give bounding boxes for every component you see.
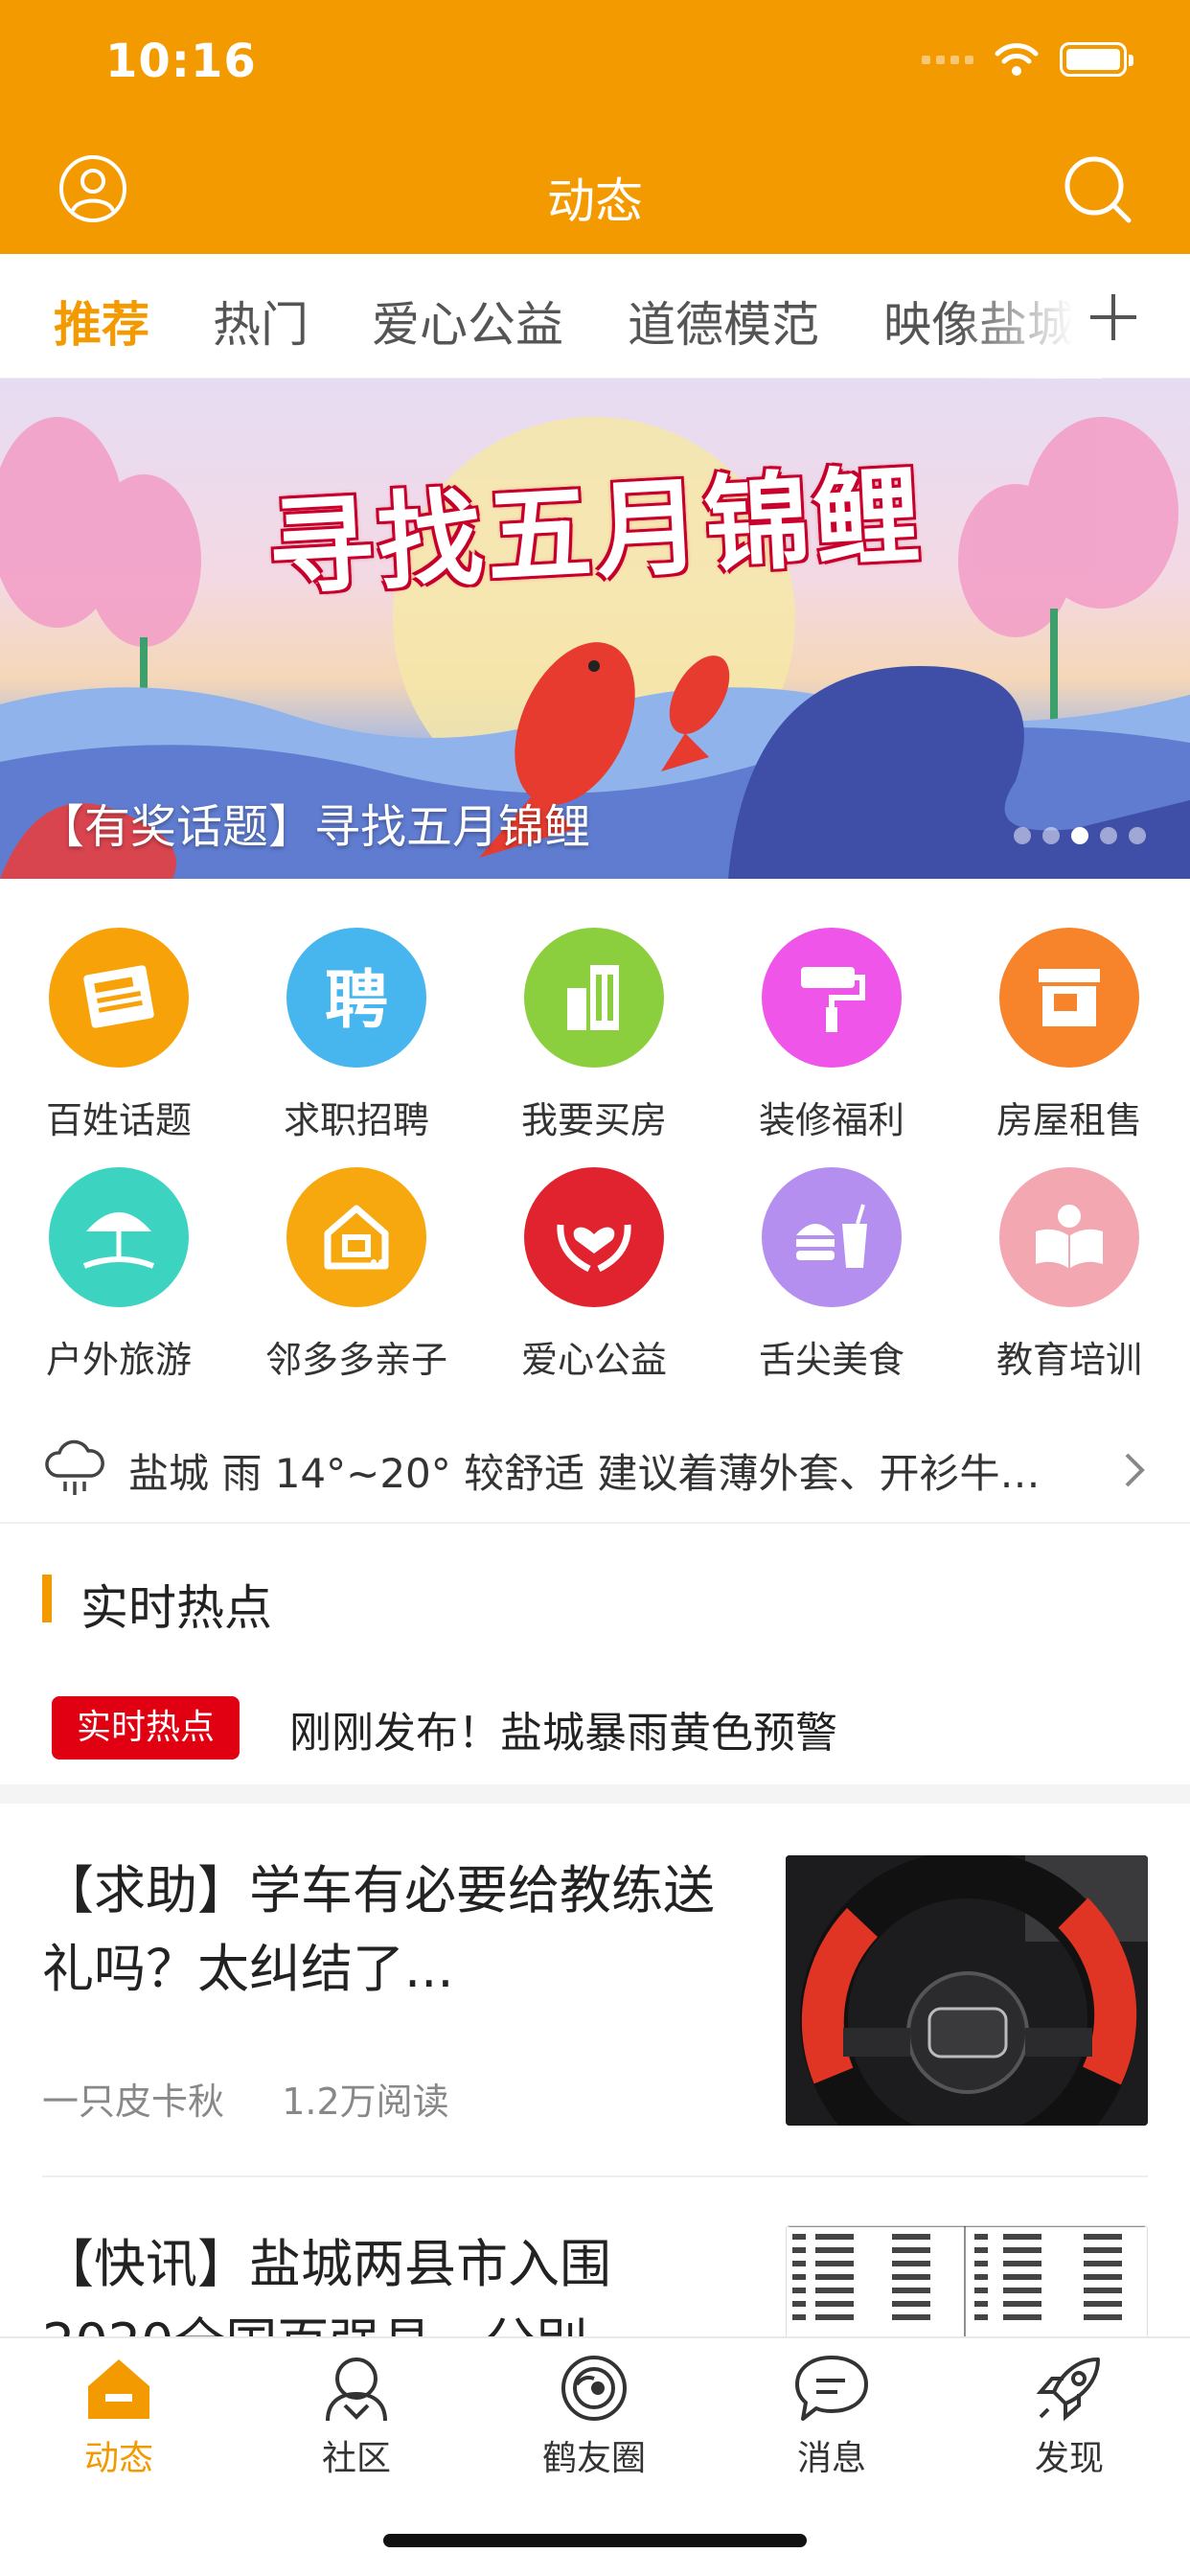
grid-item-food[interactable]: 舌尖美食 (713, 1167, 950, 1383)
grid-label: 邻多多亲子 (264, 1339, 447, 1381)
weather-text: 盐城 雨 14°~20° 较舒适 建议着薄外套、开衫牛… (128, 1450, 1041, 1497)
tab-charity[interactable]: 爱心公益 (372, 287, 563, 356)
tab-recommend[interactable]: 推荐 (54, 287, 149, 356)
article-author: 一只皮卡秋 (42, 2081, 225, 2123)
tabbar-label: 社区 (321, 2439, 391, 2478)
tabbar-item-discover[interactable]: 发现 (950, 2350, 1188, 2480)
newspaper-icon (49, 928, 189, 1068)
tabbar-item-community[interactable]: 社区 (238, 2350, 475, 2480)
article-item[interactable]: 【求助】学车有必要给教练送礼吗？太纠结了... 一只皮卡秋 1.2万阅读 (0, 1804, 1190, 2177)
chat-bubble-icon (795, 2356, 868, 2421)
tabbar-label: 消息 (796, 2439, 866, 2478)
recruit-icon: 聘 (286, 928, 426, 1068)
grid-label: 我要买房 (520, 1099, 667, 1141)
grid-item-renovation[interactable]: 装修福利 (713, 928, 950, 1143)
hot-badge: 实时热点 (52, 1696, 240, 1760)
shop-icon (999, 928, 1139, 1068)
banner-caption: 【有奖话题】寻找五月锦鲤 (38, 800, 591, 854)
house-icon (286, 1167, 426, 1307)
tabbar-label: 动态 (83, 2439, 153, 2478)
grid-item-education[interactable]: 教育培训 (950, 1167, 1188, 1383)
cellular-signal-icon (922, 55, 973, 64)
add-tab-icon[interactable] (1085, 288, 1142, 346)
grid-item-buy-house[interactable]: 我要买房 (475, 928, 713, 1143)
article-thumbnail (786, 1855, 1148, 2126)
article-meta: 一只皮卡秋 1.2万阅读 (42, 2072, 449, 2125)
home-icon (88, 2359, 149, 2419)
grid-label: 房屋租售 (995, 1099, 1142, 1141)
rocket-icon (1036, 2358, 1100, 2422)
banner-pagination (1014, 827, 1146, 844)
pagination-dot (1129, 827, 1146, 844)
section-accent-bar (42, 1575, 52, 1622)
app-header: 10:16 动态 (0, 0, 1190, 254)
weather-bar[interactable]: 盐城 雨 14°~20° 较舒适 建议着薄外套、开衫牛… (0, 1418, 1190, 1524)
planet-icon (561, 2356, 627, 2421)
grid-label: 教育培训 (995, 1339, 1142, 1381)
chevron-right-icon (1125, 1453, 1145, 1487)
grid-label: 百姓话题 (45, 1099, 192, 1141)
section-title: 实时热点 (80, 1580, 272, 1636)
heart-hands-icon (524, 1167, 664, 1307)
svg-text:聘: 聘 (325, 962, 388, 1037)
tab-moral-models[interactable]: 道德模范 (628, 287, 819, 356)
grid-item-charity[interactable]: 爱心公益 (475, 1167, 713, 1383)
battery-level (1066, 49, 1120, 70)
paint-roller-icon (762, 928, 902, 1068)
grid-label: 装修福利 (758, 1099, 904, 1141)
grid-item-topics[interactable]: 百姓话题 (0, 928, 238, 1143)
pagination-dot (1042, 827, 1060, 844)
pagination-dot-active (1071, 827, 1088, 844)
grid-label: 爱心公益 (520, 1339, 667, 1381)
grid-label: 求职招聘 (283, 1099, 429, 1141)
rain-cloud-icon (45, 1439, 104, 1495)
pagination-dot (1100, 827, 1117, 844)
burger-icon (762, 1167, 902, 1307)
wifi-icon (995, 43, 1039, 76)
section-separator (0, 1784, 1190, 1804)
building-icon (524, 928, 664, 1068)
status-time: 10:16 (105, 34, 257, 88)
tabbar-label: 鹤友圈 (541, 2439, 646, 2478)
grid-label: 户外旅游 (45, 1339, 192, 1381)
article-item[interactable]: 【快讯】盐城两县市入围2020全国百强县，分别 (0, 2177, 1190, 2336)
tabs-fade-overlay (958, 254, 1102, 379)
tab-hot[interactable]: 热门 (213, 287, 309, 356)
home-indicator[interactable] (383, 2534, 807, 2547)
tabbar-item-messages[interactable]: 消息 (713, 2350, 950, 2480)
search-icon[interactable] (1062, 153, 1133, 224)
promo-banner[interactable]: 寻找五月锦鲤 【有奖话题】寻找五月锦鲤 (0, 379, 1190, 879)
pagination-dot (1014, 827, 1031, 844)
page-title: 动态 (547, 173, 643, 229)
tabbar-item-feed[interactable]: 动态 (0, 2350, 238, 2480)
steering-wheel-image (786, 1855, 1148, 2126)
community-icon (326, 2358, 387, 2422)
article-thumbnail (786, 2225, 1148, 2336)
article-title: 【求助】学车有必要给教练送礼吗？太纠结了... (42, 1860, 715, 1999)
book-icon (999, 1167, 1139, 1307)
grid-item-jobs[interactable]: 聘 求职招聘 (238, 928, 475, 1143)
category-tabs: 推荐 热门 爱心公益 道德模范 映像盐城 (0, 254, 1190, 379)
status-indicators (922, 42, 1133, 77)
tabbar-item-circle[interactable]: 鹤友圈 (475, 2350, 713, 2480)
battery-icon (1060, 42, 1133, 77)
article-title: 【快讯】盐城两县市入围2020全国百强县，分别 (42, 2234, 611, 2336)
grid-item-rent-sale[interactable]: 房屋租售 (950, 928, 1188, 1143)
grid-item-travel[interactable]: 户外旅游 (0, 1167, 238, 1383)
article-reads: 1.2万阅读 (282, 2081, 449, 2123)
tabbar-label: 发现 (1034, 2439, 1104, 2478)
grid-label: 舌尖美食 (758, 1339, 904, 1381)
hot-headline[interactable]: 刚刚发布！盐城暴雨黄色预警 (289, 1698, 837, 1760)
ranking-table-image (787, 2226, 1147, 2336)
beach-umbrella-icon (49, 1167, 189, 1307)
grid-item-family[interactable]: 邻多多亲子 (238, 1167, 475, 1383)
